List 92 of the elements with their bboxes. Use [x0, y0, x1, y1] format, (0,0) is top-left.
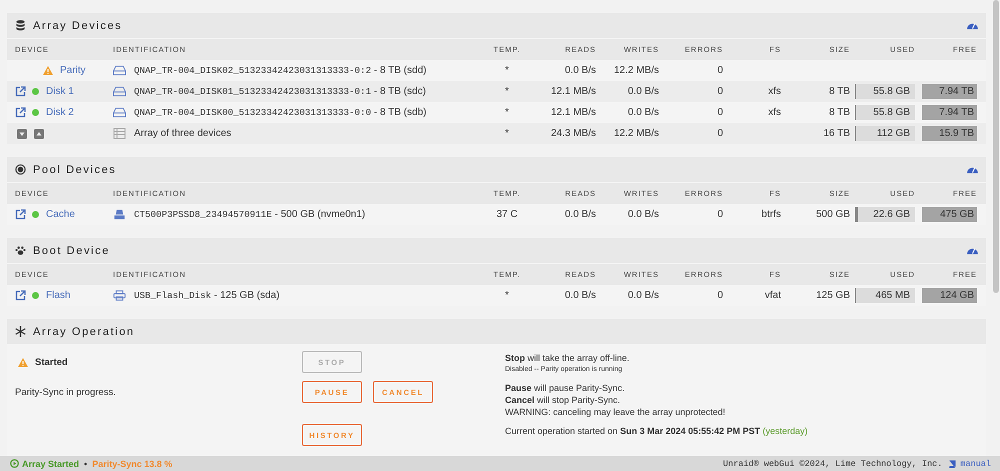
dashboard-icon[interactable]	[967, 246, 978, 255]
target-icon	[15, 164, 26, 175]
device-identification: USB_Flash_Disk - 125 GB (sda)	[134, 290, 280, 301]
table-cell-text: 12.2 MB/s	[612, 128, 659, 139]
expand-icon[interactable]	[34, 128, 44, 138]
table-cell-text: 0	[716, 65, 723, 76]
drive-icon	[113, 209, 126, 220]
description-text: WARNING: canceling may leave the array unprotected!	[505, 406, 726, 418]
hard-drive-icon	[113, 86, 126, 97]
free-value: 7.94 TB	[922, 84, 977, 99]
used-value: 112 GB	[876, 128, 911, 139]
description-text: Pause will pause Parity-Sync.	[505, 382, 626, 394]
table-cell-text: 24.3 MB/s	[550, 128, 596, 139]
section-title: Array Devices	[33, 20, 122, 32]
play-circle-icon	[10, 459, 19, 468]
table-cell-text: 0.0 B/s	[626, 107, 659, 118]
table-cell-text: 0.0 B/s	[564, 209, 596, 220]
device-identification: CT500P3PSSD8_23494570911E - 500 GB (nvme0n1)	[134, 209, 366, 220]
table-cell: 8 TB	[829, 86, 850, 97]
table-cell-text: 0	[716, 86, 723, 97]
external-link-icon[interactable]	[15, 209, 26, 220]
device-link[interactable]: Flash	[46, 290, 70, 301]
device-identification: QNAP_TR-004_DISK02_51323342423031313333-0:2 - 8 TB (sdd)	[134, 65, 426, 76]
section-title: Boot Device	[33, 244, 110, 256]
table-cell-text: 12.1 MB/s	[550, 86, 596, 97]
copyright-text: Unraid® webGui ©2024, Lime Technology, Inc.	[723, 458, 942, 468]
table-cell-text: 37 C	[495, 209, 519, 220]
external-link-icon[interactable]	[15, 86, 26, 97]
dashboard-icon[interactable]	[967, 21, 978, 30]
snowflake-icon	[15, 326, 26, 337]
section-title: Array Operation	[33, 326, 135, 338]
section-title: Pool Devices	[33, 164, 116, 176]
started-text: Current operation started on Sun 3 Mar 2024 05:55:42 PM PST (yesterday)	[505, 425, 808, 437]
table-cell: 8 TB	[829, 107, 850, 118]
external-link-icon[interactable]	[15, 290, 26, 301]
external-link-icon[interactable]	[15, 107, 26, 118]
table-cell-text: 0	[716, 128, 723, 139]
table-cell: 500 GB	[816, 209, 850, 220]
separator: •	[84, 458, 88, 468]
table-cell-text: 0.0 B/s	[626, 209, 659, 220]
table-cell: xfs	[768, 86, 781, 97]
hard-drive-icon	[113, 107, 126, 118]
table-cell: 125 GB	[816, 290, 850, 301]
table-cell: xfs	[768, 107, 781, 118]
warning-icon	[18, 358, 28, 366]
device-link[interactable]: Cache	[46, 209, 75, 220]
list-icon	[113, 128, 126, 139]
database-icon	[15, 20, 26, 31]
table-cell: btrfs	[762, 209, 781, 220]
free-value: 475 GB	[922, 207, 977, 222]
collapse-icon[interactable]	[17, 128, 27, 138]
free-value: 124 GB	[922, 288, 977, 303]
device-identification: QNAP_TR-004_DISK00_51323342423031313333-0:0 - 8 TB (sdb)	[134, 107, 426, 118]
free-value: 7.94 TB	[922, 105, 977, 120]
manual-link[interactable]: manual	[960, 458, 991, 468]
dashboard-icon[interactable]	[967, 165, 978, 174]
used-value: 55.8 GB	[873, 86, 911, 97]
table-cell-text: 0.0 B/s	[626, 86, 659, 97]
array-status: Array Started	[22, 458, 80, 468]
hard-drive-icon	[113, 65, 126, 76]
device-link[interactable]: Disk 2	[46, 107, 74, 118]
status-text: Parity-Sync in progress.	[15, 386, 116, 398]
free-value: 15.9 TB	[922, 126, 977, 141]
table-cell-text: 0.0 B/s	[564, 290, 596, 301]
table-cell-text: *	[504, 65, 510, 76]
table-cell-text: 12.2 MB/s	[612, 65, 659, 76]
device-identification: QNAP_TR-004_DISK01_51323342423031313333-0:1 - 8 TB (sdc)	[134, 86, 426, 97]
table-cell-text: 0.0 B/s	[626, 290, 659, 301]
table-cell-text: *	[504, 86, 510, 97]
used-value: 465 MB	[876, 290, 911, 301]
table-cell-text: 0.0 B/s	[564, 65, 596, 76]
book-icon	[948, 460, 956, 468]
used-value: 22.6 GB	[873, 209, 911, 220]
status-text: Started	[35, 356, 68, 368]
printer-icon	[113, 290, 126, 301]
table-cell-text: *	[504, 107, 510, 118]
device-link[interactable]: Disk 1	[46, 86, 74, 97]
table-cell-text: *	[504, 290, 510, 301]
table-cell-text: *	[504, 128, 510, 139]
table-cell-text: 0	[716, 290, 723, 301]
table-cell: 16 TB	[824, 128, 850, 139]
table-cell-text: 0	[716, 209, 723, 220]
summary-label: Array of three devices	[134, 128, 232, 139]
paw-icon	[15, 245, 26, 256]
table-cell-text: 12.1 MB/s	[550, 107, 596, 118]
sync-status: Parity-Sync 13.8 %	[92, 458, 172, 468]
used-value: 55.8 GB	[873, 107, 911, 118]
description-text: Cancel will stop Parity-Sync.	[505, 394, 622, 406]
table-cell-text: 0	[716, 107, 723, 118]
table-cell: vfat	[764, 290, 781, 301]
device-link[interactable]: Parity	[60, 65, 86, 76]
description-text: Stop will take the array off-line.	[505, 352, 630, 364]
